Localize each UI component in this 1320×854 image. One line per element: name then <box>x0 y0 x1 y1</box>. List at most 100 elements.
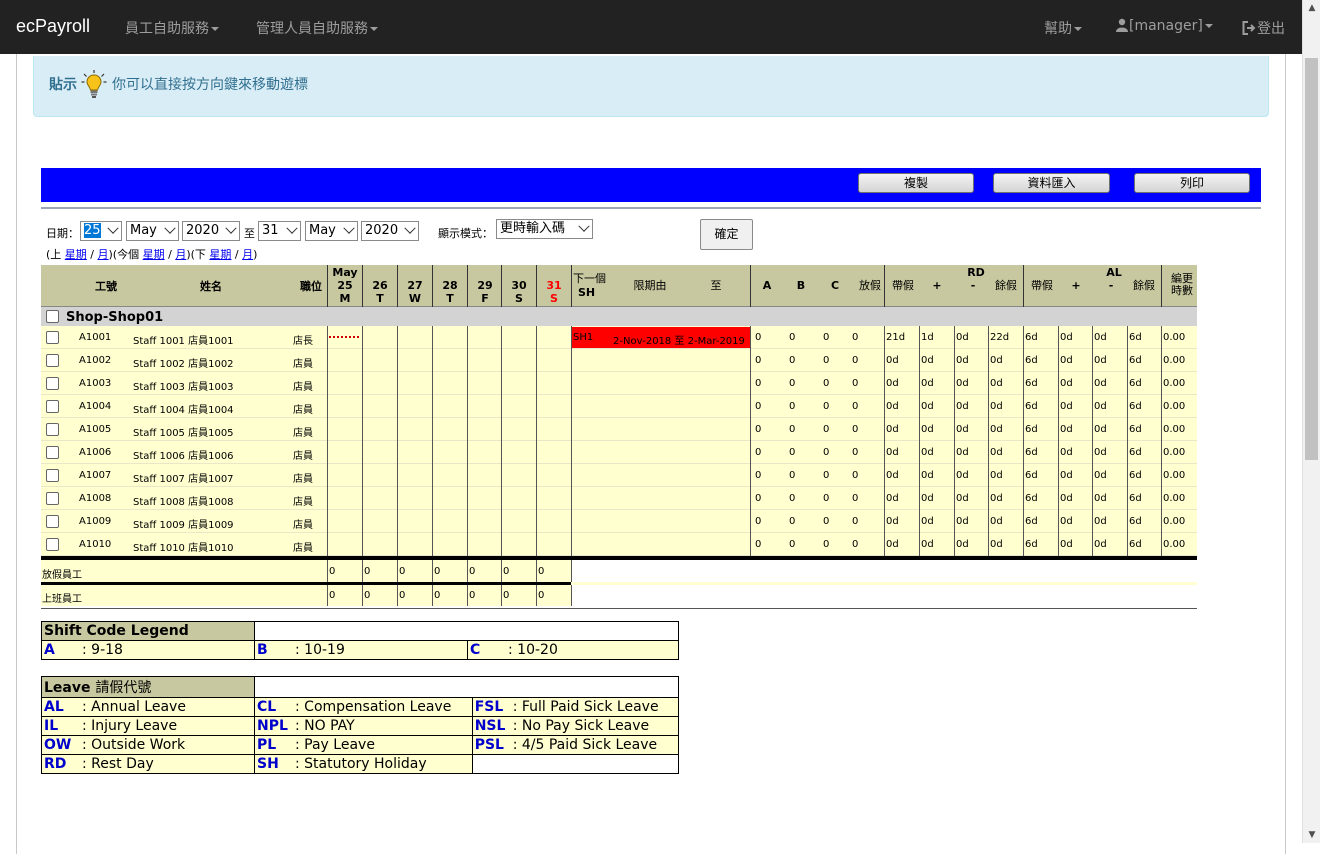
rd-cell: 0d <box>956 539 969 550</box>
al-cell: 6d <box>1129 447 1142 458</box>
cell-divider <box>750 326 751 349</box>
display-mode-select[interactable]: 更時輸入碼 <box>496 219 593 239</box>
summary-value: 0 <box>399 566 406 577</box>
leave-count-cell: 0 <box>852 447 859 458</box>
cell-divider <box>750 533 751 556</box>
a-count-cell: 0 <box>755 516 762 527</box>
row-checkbox[interactable] <box>46 492 59 505</box>
rd-cell: 0d <box>956 516 969 527</box>
next-month-link[interactable]: 月 <box>242 248 253 261</box>
this-month-link[interactable]: 月 <box>175 248 186 261</box>
row-checkbox[interactable] <box>46 515 59 528</box>
table-row[interactable]: A1007 Staff 1007 店員1007 店員 0 0 0 0 0d 0d 0d 0d 6d 0d… <box>41 464 1197 487</box>
cell-divider <box>432 510 433 533</box>
cell-divider <box>954 441 955 464</box>
al-cell: 6d <box>1025 493 1038 504</box>
cell-divider <box>362 584 363 606</box>
row-checkbox[interactable] <box>46 400 59 413</box>
cell-divider <box>432 372 433 395</box>
leave-legend-row: IL: Injury Leave NPL: NO PAY NSL: No Pay S… <box>41 716 680 736</box>
this-week-link[interactable]: 星期 <box>143 248 165 261</box>
cell-divider <box>954 418 955 441</box>
row-checkbox[interactable] <box>46 423 59 436</box>
cell-divider <box>1023 464 1024 487</box>
day-header-num: 26 <box>372 279 388 292</box>
row-checkbox[interactable] <box>46 538 59 551</box>
rd-cell: 0d <box>921 424 934 435</box>
cell-divider <box>571 584 572 606</box>
leave-desc: : No Pay Sick Leave <box>512 718 650 734</box>
print-button[interactable]: 列印 <box>1134 173 1250 193</box>
summary-bg <box>41 584 571 606</box>
help-menu[interactable]: 幫助 <box>1044 18 1082 38</box>
leave-count-cell: 0 <box>852 355 859 366</box>
cell-divider <box>571 395 572 418</box>
leave-code: FSL <box>474 699 504 715</box>
cell-divider <box>1058 418 1059 441</box>
table-row[interactable]: A1003 Staff 1003 店員1003 店員 0 0 0 0 0d 0d 0d 0d 6d 0d… <box>41 372 1197 395</box>
group-checkbox[interactable] <box>46 310 59 323</box>
scroll-up-arrow-icon[interactable]: ▲ <box>1303 0 1320 16</box>
cell-divider <box>397 349 398 372</box>
to-day-select[interactable]: 31 <box>258 221 301 241</box>
this-open-text: )(今個 <box>108 248 140 261</box>
day-header-num: 28 <box>442 279 458 292</box>
cell-divider <box>919 418 920 441</box>
grid-bottom-line <box>41 608 1197 609</box>
prev-week-link[interactable]: 星期 <box>65 248 87 261</box>
cell-divider <box>432 584 433 606</box>
cell-divider <box>467 372 468 395</box>
manager-self-service-menu[interactable]: 管理人員自助服務 <box>256 18 378 38</box>
row-checkbox[interactable] <box>46 354 59 367</box>
scroll-down-arrow-icon[interactable]: ▼ <box>1303 827 1320 843</box>
table-row[interactable]: A1010 Staff 1010 店員1010 店員 0 0 0 0 0d 0d 0d 0d 6d 0d… <box>41 533 1197 556</box>
emp-no-cell: A1003 <box>79 378 112 389</box>
logout-link[interactable]: 登出 <box>1242 18 1285 38</box>
emp-no-cell: A1010 <box>79 539 112 550</box>
a-count-cell: 0 <box>755 355 762 366</box>
import-button[interactable]: 資料匯入 <box>993 173 1110 193</box>
confirm-button[interactable]: 確定 <box>700 219 753 250</box>
to-year-select[interactable]: 2020 <box>361 221 419 241</box>
to-month-select[interactable]: May <box>305 221 358 241</box>
table-row[interactable]: A1006 Staff 1006 店員1006 店員 0 0 0 0 0d 0d 0d 0d 6d 0d… <box>41 441 1197 464</box>
vertical-scrollbar[interactable]: ▲ ▼ <box>1302 0 1320 843</box>
brand-logo[interactable]: ecPayroll <box>16 16 90 37</box>
from-year-select[interactable]: 2020 <box>182 221 240 241</box>
employee-self-service-menu[interactable]: 員工自助服務 <box>125 18 219 38</box>
row-checkbox[interactable] <box>46 446 59 459</box>
cell-divider <box>397 510 398 533</box>
cell-divider <box>571 560 572 582</box>
table-row[interactable]: A1005 Staff 1005 店員1005 店員 0 0 0 0 0d 0d 0d 0d 6d 0d… <box>41 418 1197 441</box>
next-week-link[interactable]: 星期 <box>209 248 231 261</box>
shift-hours-cell: 0.00 <box>1163 516 1186 527</box>
chevron-down-icon <box>164 222 176 234</box>
a-count-cell: 0 <box>755 378 762 389</box>
row-checkbox[interactable] <box>46 331 59 344</box>
shift-marker[interactable] <box>329 336 359 338</box>
b-count-cell: 0 <box>789 332 796 343</box>
header-divider <box>884 265 885 307</box>
table-row[interactable]: A1009 Staff 1009 店員1009 店員 0 0 0 0 0d 0d 0d 0d 6d 0d… <box>41 510 1197 533</box>
caret-down-icon <box>370 27 378 31</box>
user-menu[interactable]: [manager] <box>1115 18 1213 34</box>
al-cell: 6d <box>1129 516 1142 527</box>
table-row[interactable]: A1008 Staff 1008 店員1008 店員 0 0 0 0 0d 0d 0d 0d 6d 0d… <box>41 487 1197 510</box>
cell-divider <box>432 395 433 418</box>
from-month-select[interactable]: May <box>126 221 179 241</box>
table-row[interactable]: A1002 Staff 1002 店員1002 店員 0 0 0 0 0d 0d 0d 0d 6d 0d… <box>41 349 1197 372</box>
table-row[interactable]: A1001 Staff 1001 店員1001 店長 SH1 2-Nov-2018 至 … <box>41 326 1197 349</box>
row-checkbox[interactable] <box>46 469 59 482</box>
table-row[interactable]: A1004 Staff 1004 店員1004 店員 0 0 0 0 0d 0d 0d 0d 6d 0d… <box>41 395 1197 418</box>
copy-button[interactable]: 複製 <box>858 173 974 193</box>
col-rd-balance: 餘假 <box>995 279 1017 292</box>
from-day-select[interactable]: 25 <box>80 221 122 241</box>
rd-cell: 0d <box>886 516 899 527</box>
leave-count-cell: 0 <box>852 493 859 504</box>
prev-month-link[interactable]: 月 <box>98 248 109 261</box>
leave-legend-item: CL: Compensation Leave <box>254 697 473 717</box>
leave-code-legend: Leave 請假代號 AL: Annual Leave CL: Compensat… <box>41 676 680 774</box>
row-checkbox[interactable] <box>46 377 59 390</box>
scrollbar-thumb[interactable] <box>1305 58 1318 460</box>
leave-code: PSL <box>474 737 504 753</box>
